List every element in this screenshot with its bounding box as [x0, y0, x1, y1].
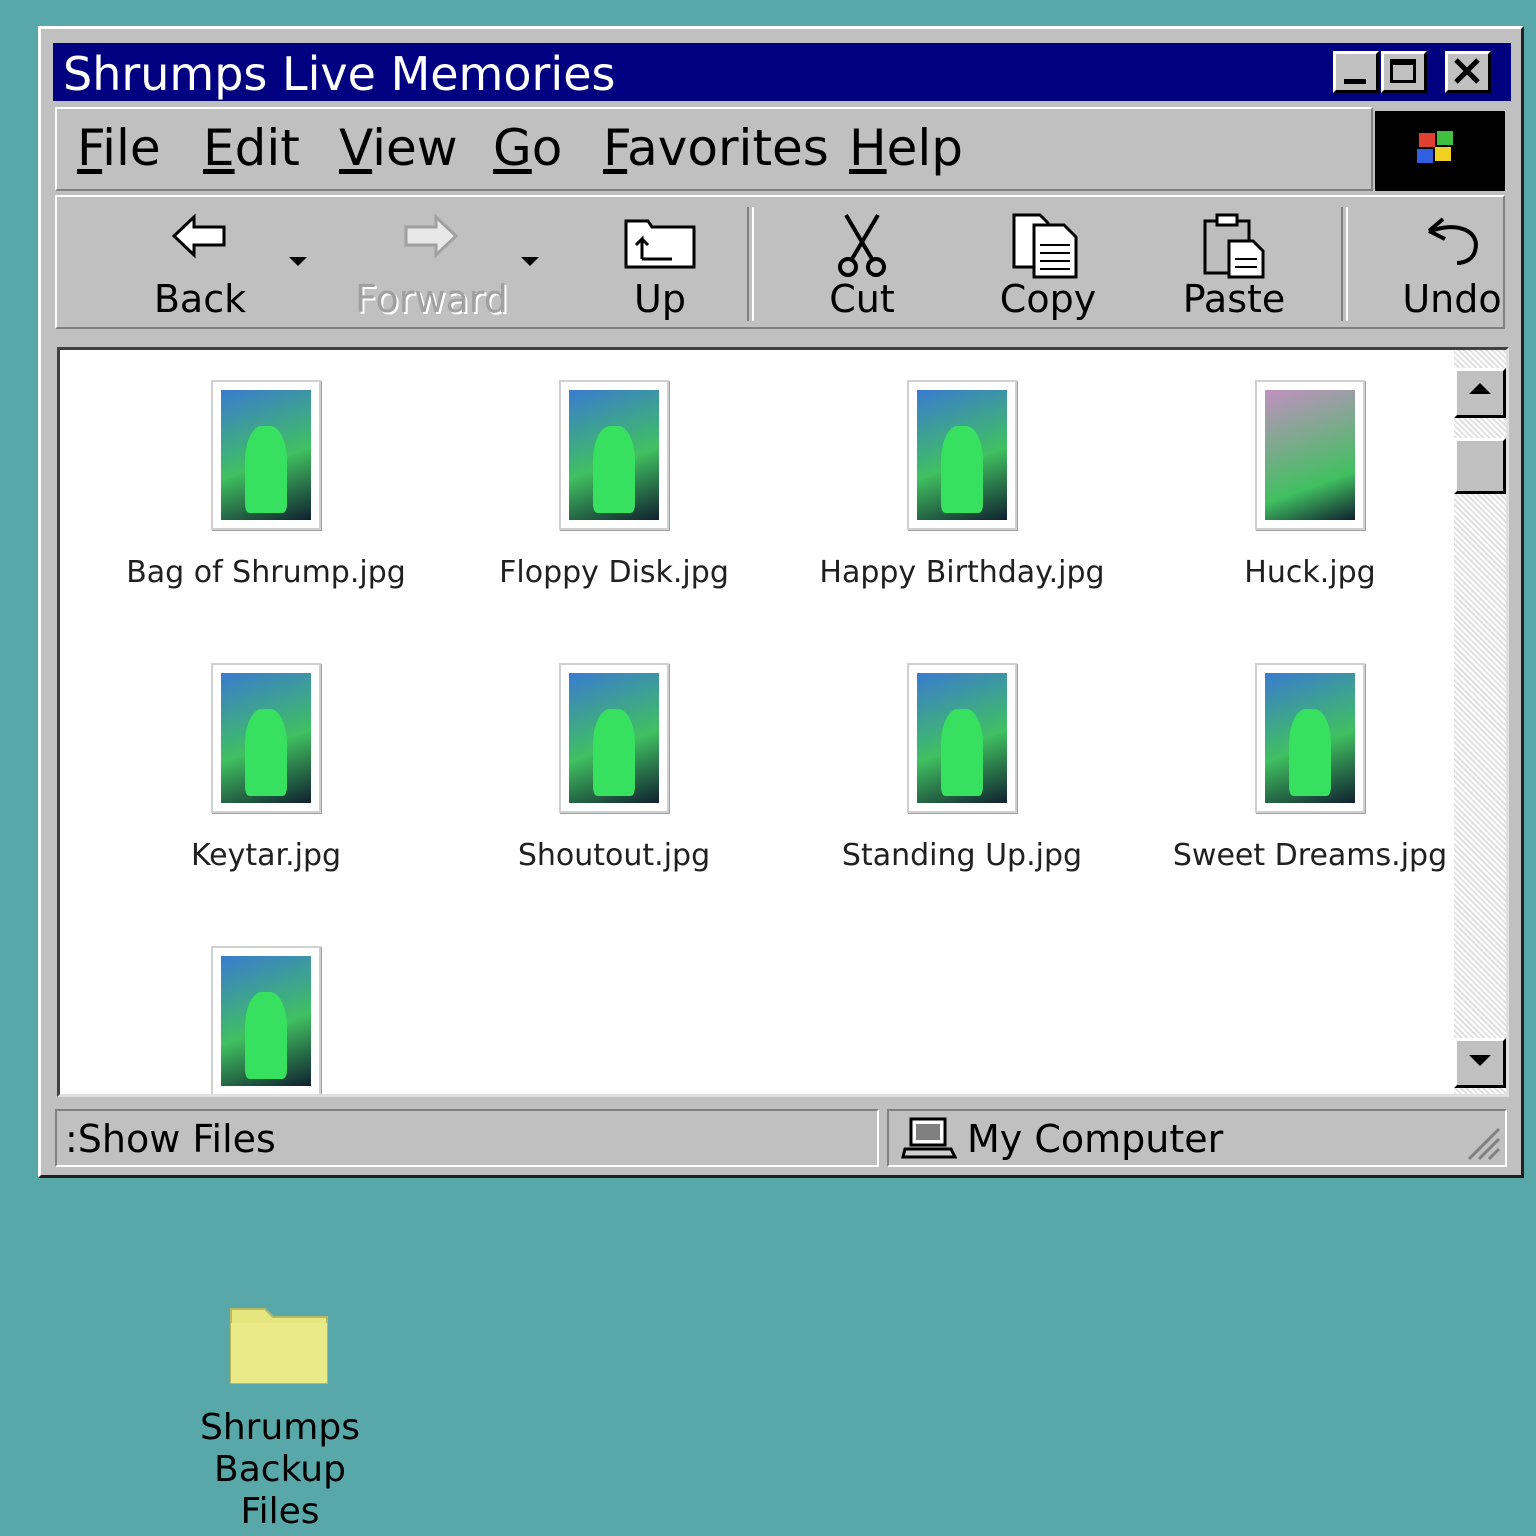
undo-label: Undo — [1402, 277, 1502, 321]
back-arrow-icon — [171, 213, 226, 259]
back-label: Back — [153, 277, 247, 321]
file-thumbnail — [1255, 663, 1365, 813]
menu-bar: File Edit View Go Favorites Help — [55, 107, 1373, 191]
scroll-down-icon — [1469, 1055, 1491, 1066]
windows-logo — [1375, 111, 1505, 191]
menu-help[interactable]: Help — [849, 119, 963, 177]
scroll-up-icon — [1469, 383, 1491, 394]
undo-button[interactable]: Undo — [1377, 205, 1527, 325]
explorer-window: Shrumps Live Memories File Edit View Go … — [38, 26, 1524, 1178]
desktop-folder-shrumps-backup[interactable]: Shrumps Backup Files — [170, 1295, 390, 1532]
status-panel-left: :Show Files — [55, 1109, 879, 1167]
file-thumbnail — [907, 380, 1017, 530]
forward-arrow-icon — [404, 213, 459, 259]
folder-label-line1: Shrumps — [200, 1407, 360, 1448]
up-folder-icon — [624, 219, 696, 269]
menu-view[interactable]: View — [339, 119, 458, 177]
file-name: Shoutout.jpg — [517, 838, 711, 873]
file-thumbnail — [907, 663, 1017, 813]
folder-icon — [230, 1308, 328, 1384]
status-location: My Computer — [967, 1117, 1224, 1161]
forward-label: Forward — [355, 277, 508, 321]
file-thumbnail — [559, 380, 669, 530]
menu-file[interactable]: File — [77, 119, 161, 177]
desktop-folder-label: Shrumps Backup Files — [170, 1407, 390, 1533]
toolbar: Back Forward Up Cut Copy Paste Undo — [55, 195, 1505, 329]
file-name: Happy Birthday.jpg — [819, 555, 1105, 590]
toolbar-separator — [747, 207, 754, 321]
minimize-icon — [1344, 79, 1366, 84]
copy-button[interactable]: Copy — [973, 205, 1123, 325]
up-button[interactable]: Up — [585, 205, 735, 325]
file-name: Sweet Dreams.jpg — [1172, 838, 1448, 873]
forward-button[interactable]: Forward — [355, 205, 508, 325]
vertical-scrollbar[interactable] — [1454, 350, 1506, 1094]
copy-icon — [1012, 213, 1078, 279]
file-name: Keytar.jpg — [190, 838, 342, 873]
file-view: Bag of Shrump.jpg Floppy Disk.jpg Happy … — [57, 347, 1509, 1097]
up-label: Up — [634, 277, 686, 321]
menu-go[interactable]: Go — [493, 119, 562, 177]
close-icon — [1454, 58, 1480, 84]
file-name: Huck.jpg — [1244, 555, 1376, 590]
toolbar-separator — [1341, 207, 1348, 321]
scissors-icon — [838, 213, 886, 277]
clipboard-icon — [1203, 213, 1265, 279]
maximize-button[interactable] — [1381, 51, 1427, 93]
back-dropdown-arrow[interactable] — [289, 257, 307, 266]
copy-label: Copy — [999, 277, 1097, 321]
file-name: Standing Up.jpg — [841, 838, 1083, 873]
resize-grip-icon[interactable] — [1461, 1121, 1501, 1161]
close-button[interactable] — [1445, 51, 1491, 93]
windows-flag-icon — [1417, 131, 1453, 163]
maximize-icon — [1390, 59, 1416, 83]
folder-label-line2: Backup Files — [214, 1449, 346, 1532]
minimize-button[interactable] — [1333, 51, 1379, 93]
forward-dropdown-arrow[interactable] — [521, 257, 539, 266]
scroll-thumb[interactable] — [1454, 438, 1506, 494]
back-button[interactable]: Back — [125, 205, 275, 325]
undo-icon — [1427, 217, 1478, 265]
computer-icon — [901, 1117, 957, 1159]
paste-button[interactable]: Paste — [1159, 205, 1309, 325]
cut-button[interactable]: Cut — [787, 205, 937, 325]
window-title: Shrumps Live Memories — [63, 47, 616, 101]
file-thumbnail — [559, 663, 669, 813]
file-thumbnail — [211, 946, 321, 1094]
status-text: :Show Files — [65, 1117, 276, 1161]
file-thumbnail — [211, 663, 321, 813]
scroll-down-button[interactable] — [1454, 1038, 1506, 1088]
file-name: Bag of Shrump.jpg — [126, 555, 406, 590]
paste-label: Paste — [1182, 277, 1286, 321]
menu-edit[interactable]: Edit — [203, 119, 300, 177]
file-thumbnail — [1255, 380, 1365, 530]
cut-label: Cut — [829, 277, 895, 321]
scroll-up-button[interactable] — [1454, 368, 1506, 418]
file-name: Floppy Disk.jpg — [499, 555, 729, 590]
file-thumbnail — [211, 380, 321, 530]
status-panel-right: My Computer — [887, 1109, 1507, 1167]
title-bar[interactable]: Shrumps Live Memories — [53, 43, 1511, 101]
menu-favorites[interactable]: Favorites — [603, 119, 829, 177]
